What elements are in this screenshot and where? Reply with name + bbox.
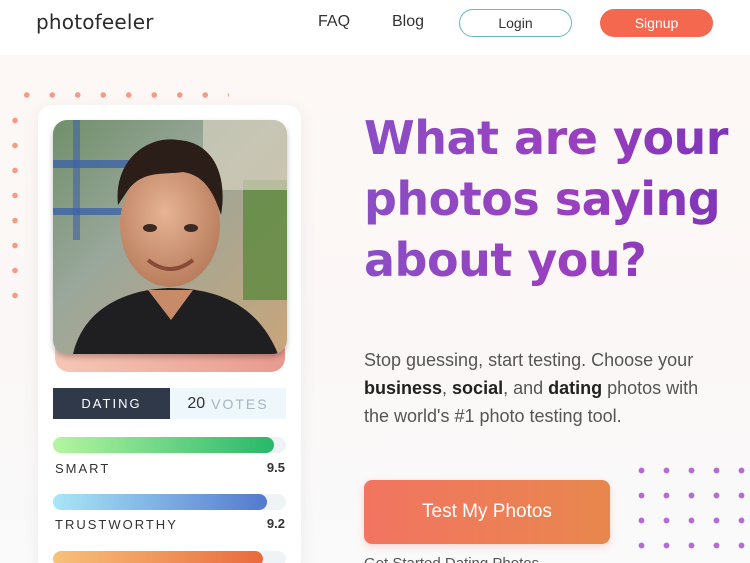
nav-faq-link[interactable]: FAQ bbox=[318, 13, 350, 31]
headline-line-3: about you? bbox=[364, 233, 647, 287]
trait-label-smart: SMART bbox=[55, 461, 111, 476]
profile-photo-image bbox=[53, 120, 287, 354]
subtitle-tagline: the world's #1 photo testing tool. bbox=[364, 406, 622, 426]
subtitle-photos-with: photos with bbox=[602, 378, 699, 398]
hero-subtitle: Stop guessing, start testing. Choose you… bbox=[364, 346, 734, 430]
subtitle-intro: Stop guessing, start testing. Choose you… bbox=[364, 350, 694, 370]
trait-bar-fill bbox=[53, 551, 263, 563]
trait-bar-fill bbox=[53, 437, 275, 453]
tab-dating[interactable]: DATING bbox=[53, 388, 170, 419]
decorative-dots-bottom-right bbox=[629, 458, 750, 563]
subtitle-sep-2: , and bbox=[503, 378, 549, 398]
test-my-photos-button[interactable]: Test My Photos bbox=[364, 480, 610, 544]
trait-bar-third bbox=[53, 551, 286, 563]
decorative-dots-top bbox=[14, 92, 229, 98]
decorative-dots-left bbox=[11, 108, 19, 303]
subtitle-sep-1: , bbox=[442, 378, 453, 398]
get-started-link[interactable]: Get Started Dating Photos bbox=[364, 555, 539, 563]
trait-bar-smart bbox=[53, 437, 286, 453]
trait-label-trustworthy: TRUSTWORTHY bbox=[55, 517, 178, 532]
votes-count-badge: 20 VOTES bbox=[170, 388, 286, 419]
profile-photo-container bbox=[53, 120, 287, 372]
headline-line-1: What are your bbox=[364, 111, 728, 165]
login-button[interactable]: Login bbox=[459, 9, 572, 37]
logo[interactable]: photofeeler bbox=[36, 10, 154, 34]
headline-line-2: photos saying bbox=[364, 172, 721, 226]
trait-score-trustworthy: 9.2 bbox=[266, 516, 285, 531]
votes-number: 20 bbox=[187, 394, 206, 412]
nav-blog-link[interactable]: Blog bbox=[392, 13, 424, 31]
trait-score-smart: 9.5 bbox=[266, 460, 285, 475]
votes-label: VOTES bbox=[211, 395, 269, 412]
trait-bar-trustworthy bbox=[53, 494, 286, 510]
subtitle-dating: dating bbox=[548, 378, 603, 398]
hero-headline: What are your photos saying about you? bbox=[364, 108, 744, 291]
subtitle-social: social bbox=[452, 378, 504, 398]
profile-photo bbox=[53, 120, 287, 354]
trait-bar-fill bbox=[53, 494, 268, 510]
signup-button[interactable]: Signup bbox=[600, 9, 713, 37]
subtitle-business: business bbox=[364, 378, 443, 398]
